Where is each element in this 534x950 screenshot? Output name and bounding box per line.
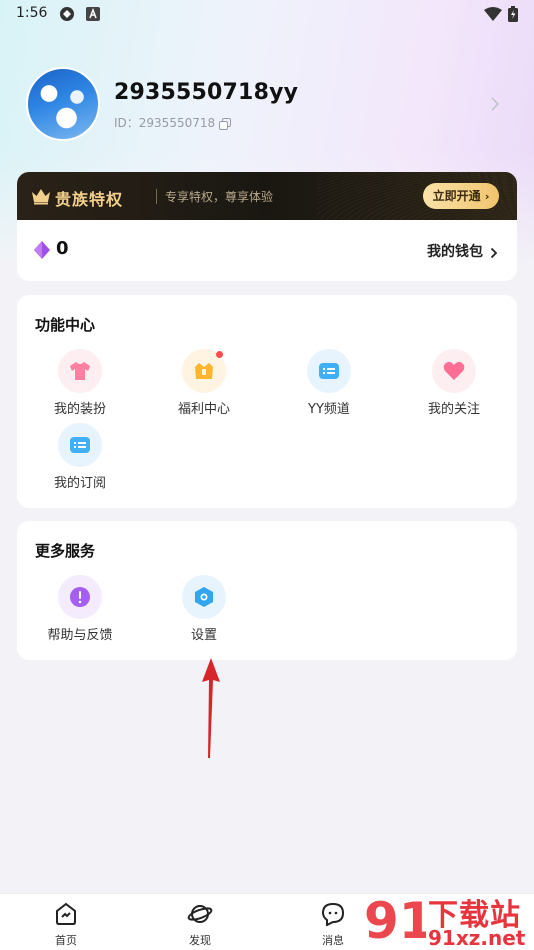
vip-banner[interactable]: 贵族特权 专享特权，尊享体验 立即开通 › xyxy=(17,172,517,224)
nav-label: 发现 xyxy=(189,934,211,947)
vip-title: 贵族特权 xyxy=(55,190,124,209)
chevron-right-icon: › xyxy=(484,190,490,203)
avatar[interactable] xyxy=(26,67,100,141)
username: 2935550718yy xyxy=(114,80,299,105)
more-services-title: 更多服务 xyxy=(35,542,96,560)
planet-icon xyxy=(187,905,213,930)
profile-chevron-right-icon[interactable] xyxy=(490,96,500,116)
grid-label: 设置 xyxy=(190,628,217,643)
vip-divider xyxy=(156,189,157,204)
gift-icon xyxy=(182,349,226,393)
grid-label: 福利中心 xyxy=(177,402,230,417)
vip-open-button[interactable]: 立即开通 › xyxy=(423,183,499,209)
user-id: ID：2935550718 xyxy=(114,116,216,130)
wallet-chevron-right-icon[interactable] xyxy=(490,244,498,263)
function-center-title: 功能中心 xyxy=(35,316,96,334)
clothes-icon xyxy=(58,349,102,393)
help-icon xyxy=(58,575,102,619)
settings-icon xyxy=(182,575,226,619)
grid-item-my-subscriptions[interactable]: 我的订阅 xyxy=(17,423,143,491)
grid-label: 帮助与反馈 xyxy=(47,628,113,643)
nav-label: 首页 xyxy=(55,934,77,947)
battery-icon xyxy=(508,6,518,26)
message-icon xyxy=(321,902,345,930)
subscribe-icon xyxy=(58,423,102,467)
grid-label: YY频道 xyxy=(308,402,350,417)
nav-item-home[interactable]: 首页 xyxy=(36,902,96,948)
grid-item-welfare-center[interactable]: 福利中心 xyxy=(141,349,267,417)
grid-item-help-feedback[interactable]: 帮助与反馈 xyxy=(17,575,143,643)
grid-label: 我的关注 xyxy=(427,402,480,417)
home-icon xyxy=(54,902,78,930)
more-services-card: 更多服务 帮助与反馈 设置 xyxy=(17,521,517,660)
watermark-url: 91xz.net xyxy=(428,926,526,950)
gem-count: 0 xyxy=(56,238,69,259)
status-time: 1:56 xyxy=(16,5,48,21)
nav-item-discover[interactable]: 发现 xyxy=(170,902,230,948)
nav-label: 消息 xyxy=(322,934,344,947)
copy-icon[interactable] xyxy=(219,115,231,134)
crown-icon xyxy=(31,187,51,209)
gem-icon xyxy=(34,241,50,263)
app-notification-icon xyxy=(86,6,100,25)
grid-label: 我的装扮 xyxy=(53,402,106,417)
grid-label: 我的订阅 xyxy=(53,476,106,491)
wallet-link[interactable]: 我的钱包 xyxy=(427,241,483,261)
watermark-logo: 91 xyxy=(362,888,434,950)
vip-open-button-label: 立即开通 xyxy=(432,189,481,203)
function-center-card: 功能中心 我的装扮 福利中心 YY频道 我的关注 我的订阅 xyxy=(17,295,517,508)
grid-item-yy-channel[interactable]: YY频道 xyxy=(266,349,392,417)
vip-subtitle: 专享特权，尊享体验 xyxy=(165,190,274,204)
channel-icon xyxy=(307,349,351,393)
grid-item-my-follows[interactable]: 我的关注 xyxy=(391,349,517,417)
annotation-arrow-icon xyxy=(196,656,226,764)
watermark: 91 下载站 91xz.net xyxy=(362,888,534,950)
nav-item-messages[interactable]: 消息 xyxy=(303,902,363,948)
wallet-card: 0 我的钱包 xyxy=(17,220,517,281)
heart-icon xyxy=(432,349,476,393)
svg-text:91: 91 xyxy=(364,892,426,948)
notification-dot xyxy=(216,351,223,358)
status-bar: 1:56 xyxy=(0,0,534,28)
wifi-icon xyxy=(484,6,502,25)
grid-item-my-outfit[interactable]: 我的装扮 xyxy=(17,349,143,417)
sync-icon xyxy=(58,6,76,26)
grid-item-settings[interactable]: 设置 xyxy=(141,575,267,643)
